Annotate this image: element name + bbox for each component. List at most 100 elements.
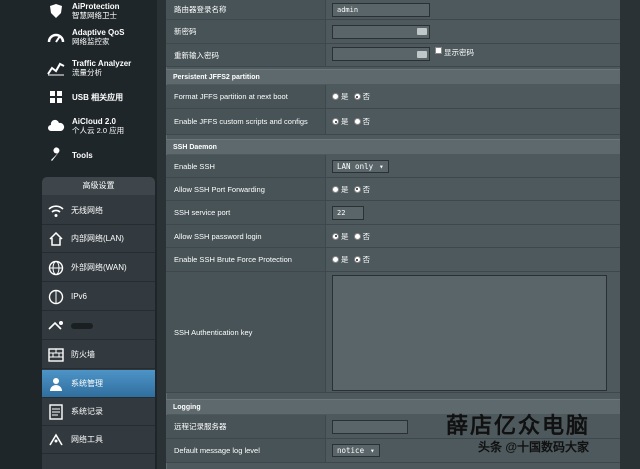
sidebar-item-network-tools[interactable]: 网络工具 <box>42 426 155 454</box>
ipv6-icon <box>46 287 66 307</box>
vpn-toggle-pill <box>71 322 93 329</box>
new-password-label: 新密码 <box>166 20 326 43</box>
sidebar-item-vpn[interactable] <box>42 312 155 340</box>
sidebar-item-usb[interactable]: USB 相关应用 <box>42 86 155 108</box>
password-login-yes-radio[interactable]: 是 <box>332 231 349 242</box>
jffs-scripts-no-radio[interactable]: 否 <box>353 116 370 127</box>
ssh-port-forwarding-row: Allow SSH Port Forwarding 是 否 <box>166 178 620 201</box>
enable-ssh-label: Enable SSH <box>166 155 326 177</box>
ssh-port-label: SSH service port <box>166 201 326 224</box>
jffs-scripts-row: Enable JFFS custom scripts and configs 是… <box>166 109 620 135</box>
sidebar-item-administration[interactable]: 系统管理 <box>42 370 155 398</box>
sidebar-item-label: Tools <box>72 150 93 160</box>
keyboard-icon <box>417 50 427 58</box>
keyboard-icon <box>417 28 427 35</box>
watermark-subtitle: 头条 @十国数码大家 <box>478 440 590 454</box>
puzzle-icon <box>45 87 67 107</box>
ssh-password-login-label: Allow SSH password login <box>166 225 326 247</box>
jffs-scripts-label: Enable JFFS custom scripts and configs <box>166 109 326 134</box>
log-level-select[interactable]: notice ▾ <box>332 444 380 457</box>
sidebar-item-label: 系统记录 <box>71 407 103 416</box>
sidebar-item-wan[interactable]: 外部网络(WAN) <box>42 254 155 282</box>
ssh-port-input[interactable]: 22 <box>332 205 364 220</box>
admin-icon <box>46 374 66 394</box>
wrench-icon <box>45 145 67 165</box>
sidebar-item-label: 外部网络(WAN) <box>71 263 127 272</box>
enable-ssh-select[interactable]: LAN only ▾ <box>332 159 389 173</box>
retype-password-label: 重新输入密码 <box>166 44 326 66</box>
jffs-format-row: Format JFFS partition at next boot 是 否 <box>166 85 620 109</box>
right-edge <box>620 0 640 469</box>
ssh-section-header: SSH Daemon <box>166 139 620 154</box>
port-forwarding-no-radio[interactable]: 否 <box>353 184 370 195</box>
new-password-row: 新密码 <box>166 20 620 44</box>
router-login-name-label: 路由器登录名称 <box>166 0 326 19</box>
advanced-settings-header: 高级设置 <box>42 177 155 195</box>
sidebar-item-sublabel: 个人云 2.0 应用 <box>72 126 125 135</box>
password-login-no-radio[interactable]: 否 <box>353 231 370 242</box>
sidebar-item-firewall[interactable]: 防火墙 <box>42 341 155 369</box>
sidebar-item-aicloud[interactable]: AiCloud 2.0 个人云 2.0 应用 <box>42 114 155 138</box>
show-password-label: 显示密码 <box>444 48 474 57</box>
jffs-scripts-yes-radio[interactable]: 是 <box>332 116 349 127</box>
port-forwarding-yes-radio[interactable]: 是 <box>332 184 349 195</box>
jffs-format-no-radio[interactable]: 否 <box>353 91 370 102</box>
brute-force-no-radio[interactable]: 否 <box>353 254 370 265</box>
cloud-icon <box>45 116 67 136</box>
sidebar-item-label: AiCloud 2.0 <box>72 117 117 126</box>
show-password-checkbox[interactable] <box>435 47 442 54</box>
ssh-brute-force-row: Enable SSH Brute Force Protection 是 否 <box>166 248 620 272</box>
router-login-name-row: 路由器登录名称 admin <box>166 0 620 20</box>
ssh-auth-key-row: SSH Authentication key <box>166 272 620 393</box>
sidebar-item-tools[interactable]: Tools <box>42 144 155 166</box>
sidebar-item-label: 网络工具 <box>71 435 103 444</box>
sidebar-item-label: 系统管理 <box>71 379 103 388</box>
sidebar-item-adaptive-qos[interactable]: Adaptive QoS 网络监控家 <box>42 25 155 49</box>
ssh-auth-key-textarea[interactable] <box>332 275 607 391</box>
retype-password-row: 重新输入密码 显示密码 <box>166 44 620 67</box>
new-password-input[interactable] <box>332 24 430 39</box>
ssh-brute-force-label: Enable SSH Brute Force Protection <box>166 248 326 271</box>
sidebar-item-traffic-analyzer[interactable]: Traffic Analyzer 流量分析 <box>42 56 155 80</box>
jffs-format-label: Format JFFS partition at next boot <box>166 85 326 108</box>
sidebar-item-label: AiProtection <box>72 2 120 11</box>
sidebar-item-label: USB 相关应用 <box>72 92 124 102</box>
sidebar-item-ipv6[interactable]: IPv6 <box>42 283 155 311</box>
sidebar-item-label: Traffic Analyzer <box>72 59 132 68</box>
log-level-label: Default message log level <box>166 439 326 462</box>
ssh-password-login-row: Allow SSH password login 是 否 <box>166 225 620 248</box>
globe-icon <box>46 258 66 278</box>
sidebar-item-aiprotection[interactable]: AiProtection 智慧网络卫士 <box>42 0 155 22</box>
sidebar-item-sublabel: 流量分析 <box>72 68 102 77</box>
sidebar-item-sublabel: 网络监控家 <box>72 37 110 46</box>
sidebar-item-system-log[interactable]: 系统记录 <box>42 398 155 426</box>
ssh-port-row: SSH service port 22 <box>166 201 620 225</box>
log-icon <box>46 402 66 422</box>
firewall-icon <box>46 345 66 365</box>
enable-ssh-row: Enable SSH LAN only ▾ <box>166 155 620 178</box>
sidebar-item-label: Adaptive QoS <box>72 28 125 37</box>
shield-icon <box>45 1 67 21</box>
brute-force-yes-radio[interactable]: 是 <box>332 254 349 265</box>
jffs-section-header: Persistent JFFS2 partition <box>166 69 620 84</box>
sidebar-item-label: 无线网络 <box>71 206 103 215</box>
sidebar-item-label: IPv6 <box>71 292 88 301</box>
dropdown-arrow-icon: ▾ <box>370 446 375 455</box>
router-login-name-input[interactable]: admin <box>332 2 430 17</box>
vpn-icon <box>46 316 66 336</box>
wifi-icon <box>46 201 66 221</box>
remote-log-server-input[interactable] <box>332 419 408 434</box>
sidebar-item-lan[interactable]: 内部网络(LAN) <box>42 225 155 253</box>
retype-password-input[interactable] <box>332 47 430 61</box>
dropdown-arrow-icon: ▾ <box>379 161 384 171</box>
home-icon <box>46 229 66 249</box>
remote-log-server-label: 远程记录服务器 <box>166 415 326 438</box>
jffs-format-yes-radio[interactable]: 是 <box>332 91 349 102</box>
network-tools-icon <box>46 430 66 450</box>
sidebar-item-label: 内部网络(LAN) <box>71 234 124 243</box>
sidebar-item-wireless[interactable]: 无线网络 <box>42 197 155 225</box>
ssh-port-forwarding-label: Allow SSH Port Forwarding <box>166 178 326 200</box>
chart-icon <box>45 58 67 78</box>
sidebar-item-sublabel: 智慧网络卫士 <box>72 11 117 20</box>
sidebar-item-label: 防火墙 <box>71 350 95 359</box>
